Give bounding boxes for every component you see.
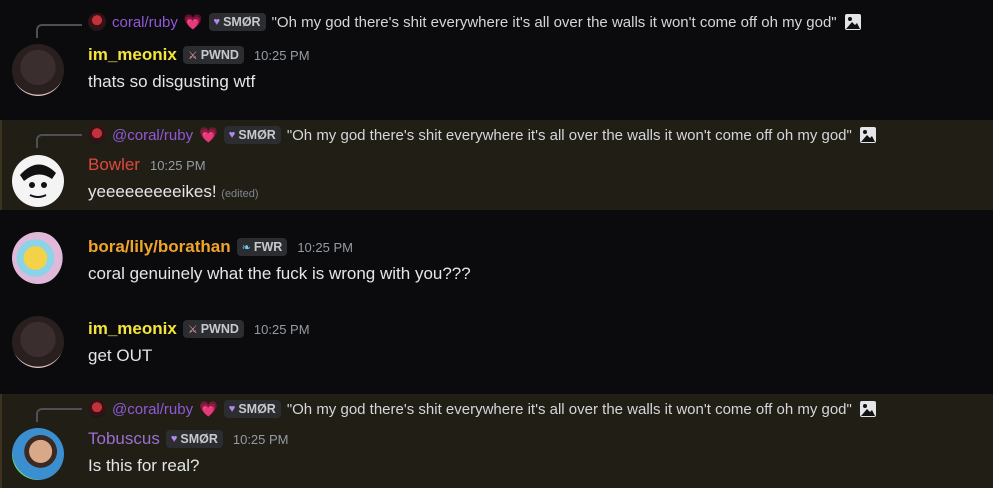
username[interactable]: Tobuscus	[88, 429, 160, 449]
guild-tag[interactable]: ♥ SMØR	[223, 126, 281, 144]
message-2[interactable]: @coral/ruby 💗 ♥ SMØR "Oh my god there's …	[0, 120, 993, 210]
message-text: thats so disgusting wtf	[88, 72, 256, 91]
heart-icon: 💗	[199, 401, 218, 418]
timestamp[interactable]: 10:25 PM	[150, 158, 206, 173]
message-body: yeeeeeeeeeikes!	[88, 182, 217, 201]
reply-avatar	[88, 13, 106, 31]
reply-preview[interactable]: @coral/ruby 💗 ♥ SMØR "Oh my god there's …	[88, 125, 878, 145]
message-header: im_meonix ⚔ PWND 10:25 PM	[88, 318, 310, 340]
guild-tag[interactable]: ♥ SMØR	[165, 430, 223, 448]
heart-icon: ♥	[228, 403, 236, 415]
reply-connector	[36, 24, 82, 38]
edited-label: (edited)	[221, 188, 259, 200]
reply-avatar	[88, 400, 106, 418]
username[interactable]: Bowler	[88, 155, 140, 175]
heart-icon: 💗	[183, 14, 203, 31]
guild-tag[interactable]: ❧ FWR	[236, 238, 288, 256]
timestamp[interactable]: 10:25 PM	[254, 48, 310, 63]
avatar[interactable]	[12, 316, 64, 368]
message-3[interactable]: bora/lily/borathan ❧ FWR 10:25 PM coral …	[0, 222, 993, 302]
message-text: Is this for real?	[88, 456, 200, 475]
reply-author[interactable]: @coral/ruby	[112, 127, 193, 144]
sword-icon: ⚔	[187, 323, 198, 336]
reply-text[interactable]: "Oh my god there's shit everywhere it's …	[272, 14, 837, 31]
message-header: Bowler 10:25 PM	[88, 154, 206, 176]
reply-preview[interactable]: coral/ruby 💗 ♥ SMØR "Oh my god there's s…	[88, 12, 863, 32]
image-icon	[844, 14, 861, 30]
reply-author[interactable]: coral/ruby	[112, 14, 178, 31]
guild-tag[interactable]: ⚔ PWND	[182, 320, 244, 338]
guild-tag-label: PWND	[200, 48, 239, 62]
guild-tag[interactable]: ♥ SMØR	[223, 400, 281, 418]
guild-tag-label: FWR	[253, 240, 283, 254]
heart-icon: ♥	[213, 16, 221, 28]
message-text: yeeeeeeeeeikes! (edited)	[88, 182, 259, 202]
image-icon	[859, 127, 876, 143]
timestamp[interactable]: 10:25 PM	[297, 240, 353, 255]
reply-text[interactable]: "Oh my god there's shit everywhere it's …	[287, 401, 852, 418]
guild-tag-label: SMØR	[238, 128, 276, 142]
feather-icon: ❧	[241, 241, 251, 254]
message-header: Tobuscus ♥ SMØR 10:25 PM	[88, 428, 289, 450]
heart-icon: ♥	[170, 433, 178, 445]
message-header: im_meonix ⚔ PWND 10:25 PM	[88, 44, 310, 66]
image-icon	[859, 401, 876, 417]
reply-text[interactable]: "Oh my god there's shit everywhere it's …	[287, 127, 852, 144]
message-text: get OUT	[88, 346, 153, 365]
avatar[interactable]	[12, 232, 64, 284]
guild-tag[interactable]: ♥ SMØR	[208, 13, 266, 31]
avatar[interactable]	[12, 44, 64, 96]
avatar[interactable]	[12, 155, 64, 207]
guild-tag-label: PWND	[200, 322, 239, 336]
timestamp[interactable]: 10:25 PM	[233, 432, 289, 447]
sword-icon: ⚔	[187, 49, 198, 62]
reply-avatar	[88, 126, 106, 144]
guild-tag-label: SMØR	[180, 432, 218, 446]
guild-tag[interactable]: ⚔ PWND	[182, 46, 244, 64]
message-header: bora/lily/borathan ❧ FWR 10:25 PM	[88, 236, 353, 258]
reply-connector	[36, 134, 82, 148]
timestamp[interactable]: 10:25 PM	[254, 322, 310, 337]
message-text: coral genuinely what the fuck is wrong w…	[88, 264, 471, 283]
message-4[interactable]: im_meonix ⚔ PWND 10:25 PM get OUT	[0, 306, 993, 386]
avatar-art-icon	[20, 164, 56, 198]
username[interactable]: im_meonix	[88, 45, 177, 65]
heart-icon: ♥	[228, 129, 236, 141]
heart-icon: 💗	[199, 127, 218, 144]
message-1[interactable]: coral/ruby 💗 ♥ SMØR "Oh my god there's s…	[0, 0, 993, 112]
guild-tag-label: SMØR	[238, 402, 276, 416]
guild-tag-label: SMØR	[223, 15, 261, 29]
message-5[interactable]: @coral/ruby 💗 ♥ SMØR "Oh my god there's …	[0, 394, 993, 488]
username[interactable]: bora/lily/borathan	[88, 237, 231, 257]
reply-connector	[36, 408, 82, 422]
reply-author[interactable]: @coral/ruby	[112, 401, 193, 418]
avatar[interactable]	[12, 428, 64, 480]
username[interactable]: im_meonix	[88, 319, 177, 339]
reply-preview[interactable]: @coral/ruby 💗 ♥ SMØR "Oh my god there's …	[88, 399, 878, 419]
